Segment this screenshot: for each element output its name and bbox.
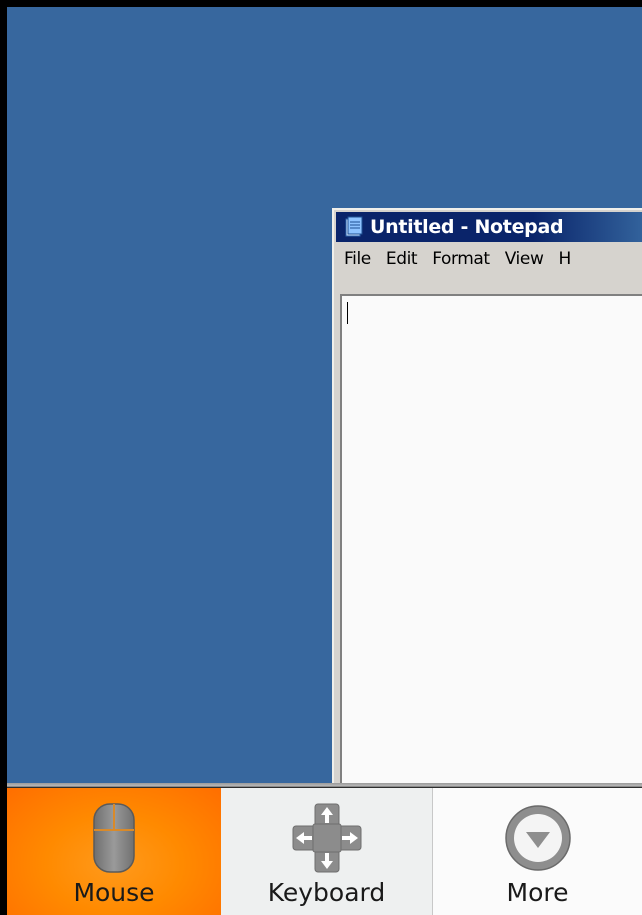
keyboard-arrows-icon xyxy=(291,802,363,878)
notepad-menubar: File Edit Format View H xyxy=(336,244,642,274)
menu-view[interactable]: View xyxy=(497,249,551,269)
mouse-label: Mouse xyxy=(73,878,155,907)
mouse-button[interactable]: Mouse xyxy=(7,788,221,915)
keyboard-button[interactable]: Keyboard xyxy=(221,788,433,915)
more-label: More xyxy=(506,878,569,907)
notepad-text-area[interactable] xyxy=(340,294,642,783)
mouse-icon xyxy=(92,802,136,878)
menu-format[interactable]: Format xyxy=(424,249,497,269)
menu-file[interactable]: File xyxy=(336,249,378,269)
text-caret xyxy=(347,302,348,324)
notepad-icon xyxy=(344,216,364,238)
notepad-titlebar[interactable]: Untitled - Notepad xyxy=(336,212,642,242)
keyboard-label: Keyboard xyxy=(267,878,386,907)
notepad-title: Untitled - Notepad xyxy=(370,216,564,238)
menu-help[interactable]: H xyxy=(550,249,577,269)
bottom-toolbar: Mouse Keyboard More xyxy=(7,783,642,915)
more-button[interactable]: More xyxy=(433,788,642,915)
notepad-window[interactable]: Untitled - Notepad File Edit Format View… xyxy=(332,208,642,783)
remote-desktop-screen[interactable]: Untitled - Notepad File Edit Format View… xyxy=(7,7,642,783)
menu-edit[interactable]: Edit xyxy=(378,249,424,269)
chevron-down-circle-icon xyxy=(502,802,574,878)
